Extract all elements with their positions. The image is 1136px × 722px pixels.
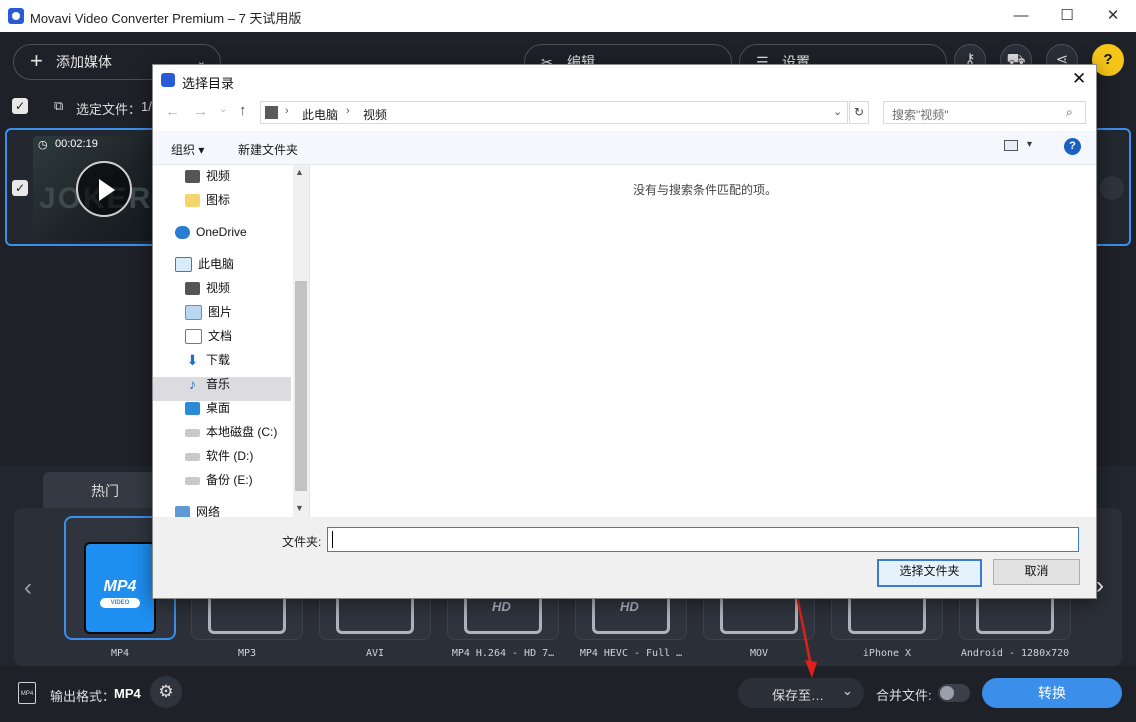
- scroll-down-icon[interactable]: ▼: [295, 503, 304, 513]
- computer-icon: [175, 257, 192, 273]
- nav-label: 图片: [208, 305, 233, 319]
- nav-label: 视频: [206, 281, 231, 295]
- nav-item-pictures[interactable]: 图片: [185, 301, 232, 323]
- dialog-app-icon: [161, 73, 175, 87]
- nav-label: 备份 (E:): [206, 473, 253, 487]
- nav-label: 本地磁盘 (C:): [206, 425, 278, 439]
- nav-item-video-top[interactable]: 视频: [185, 165, 230, 187]
- cancel-button[interactable]: 取消: [993, 559, 1080, 585]
- back-arrow-icon[interactable]: ←: [165, 103, 180, 120]
- nav-item-this-pc[interactable]: 此电脑: [175, 253, 234, 275]
- view-mode-icon[interactable]: [1004, 140, 1018, 151]
- nav-item-documents[interactable]: 文档: [185, 325, 232, 347]
- nav-label: 视频: [206, 169, 231, 183]
- nav-item-disk-e[interactable]: 备份 (E:): [185, 469, 253, 491]
- nav-item-icons[interactable]: 图标: [185, 189, 230, 211]
- nav-label: 下载: [206, 353, 231, 367]
- drive-icon: [185, 428, 200, 437]
- breadcrumb-this-pc[interactable]: 此电脑: [302, 106, 338, 123]
- dialog-command-bar: 组织 ▾ 新建文件夹 ▾ ?: [153, 131, 1096, 165]
- dialog-footer: 文件夹: 选择文件夹 取消: [153, 517, 1096, 598]
- select-directory-dialog: 选择目录 ✕ ← → ⌄ ↑ › 此电脑 › 视频 ⌄ ↻ 搜索"视频" ⌕ 组…: [152, 64, 1097, 599]
- folder-input[interactable]: [327, 527, 1079, 552]
- organize-label: 组织: [171, 143, 196, 157]
- breadcrumb-video[interactable]: 视频: [363, 106, 387, 123]
- dialog-titlebar: 选择目录 ✕: [153, 65, 1096, 95]
- video-folder-icon: [185, 282, 200, 296]
- close-icon[interactable]: ✕: [1072, 69, 1086, 89]
- nav-item-downloads[interactable]: ⬇ 下载: [185, 349, 230, 371]
- refresh-icon[interactable]: ↻: [849, 101, 869, 124]
- cloud-icon: [175, 226, 190, 240]
- navigation-pane: 视频 图标 OneDrive 此电脑 视频 图片 文档 ⬇ 下载 ♪ 音乐 桌面 本…: [153, 165, 308, 520]
- nav-label: 此电脑: [198, 257, 235, 271]
- new-folder-button[interactable]: 新建文件夹: [238, 141, 298, 158]
- nav-item-desktop[interactable]: 桌面: [185, 397, 230, 419]
- folder-icon: [185, 194, 200, 208]
- caret-down-icon: ▾: [198, 143, 205, 157]
- text-cursor: [332, 531, 333, 548]
- organize-menu[interactable]: 组织 ▾: [171, 141, 204, 158]
- nav-item-disk-c[interactable]: 本地磁盘 (C:): [185, 421, 277, 443]
- document-icon: [185, 329, 202, 345]
- nav-item-disk-d[interactable]: 软件 (D:): [185, 445, 253, 467]
- video-folder-icon: [265, 106, 278, 119]
- address-bar[interactable]: › 此电脑 › 视频 ⌄: [260, 101, 848, 124]
- nav-item-music[interactable]: ♪ 音乐: [185, 373, 230, 395]
- breadcrumb-separator-icon: ›: [285, 105, 289, 117]
- video-folder-icon: [185, 170, 200, 184]
- download-icon: ⬇: [186, 352, 199, 369]
- empty-message: 没有与搜索条件匹配的项。: [633, 183, 778, 197]
- nav-label: 音乐: [206, 377, 231, 391]
- up-arrow-icon[interactable]: ↑: [239, 102, 247, 119]
- dialog-address-row: ← → ⌄ ↑ › 此电脑 › 视频 ⌄ ↻ 搜索"视频" ⌕: [153, 95, 1096, 131]
- forward-arrow-icon[interactable]: →: [193, 103, 208, 120]
- search-placeholder: 搜索"视频": [892, 108, 949, 122]
- nav-label: OneDrive: [196, 225, 247, 239]
- nav-label: 软件 (D:): [206, 449, 254, 463]
- pictures-icon: [185, 305, 202, 321]
- drive-icon: [185, 476, 200, 485]
- nav-scrollbar-thumb[interactable]: [295, 281, 307, 491]
- nav-item-video[interactable]: 视频: [185, 277, 230, 299]
- scroll-up-icon[interactable]: ▲: [295, 167, 304, 177]
- select-folder-button[interactable]: 选择文件夹: [877, 559, 982, 587]
- dialog-title: 选择目录: [182, 76, 235, 91]
- drive-icon: [185, 452, 200, 461]
- nav-label: 文档: [208, 329, 233, 343]
- nav-label: 桌面: [206, 401, 231, 415]
- chevron-down-icon[interactable]: ⌄: [219, 104, 227, 115]
- music-icon: ♪: [189, 376, 196, 393]
- breadcrumb-separator-icon: ›: [346, 105, 350, 117]
- nav-item-onedrive[interactable]: OneDrive: [175, 221, 247, 243]
- chevron-down-icon[interactable]: ⌄: [833, 105, 842, 118]
- help-icon[interactable]: ?: [1064, 138, 1081, 155]
- search-icon: ⌕: [1066, 105, 1073, 119]
- folder-label: 文件夹:: [282, 535, 322, 549]
- caret-down-icon[interactable]: ▾: [1027, 139, 1032, 150]
- search-input[interactable]: 搜索"视频" ⌕: [883, 101, 1086, 124]
- file-list-pane: 没有与搜索条件匹配的项。: [309, 165, 1096, 517]
- nav-label: 图标: [206, 193, 231, 207]
- desktop-icon: [185, 402, 200, 416]
